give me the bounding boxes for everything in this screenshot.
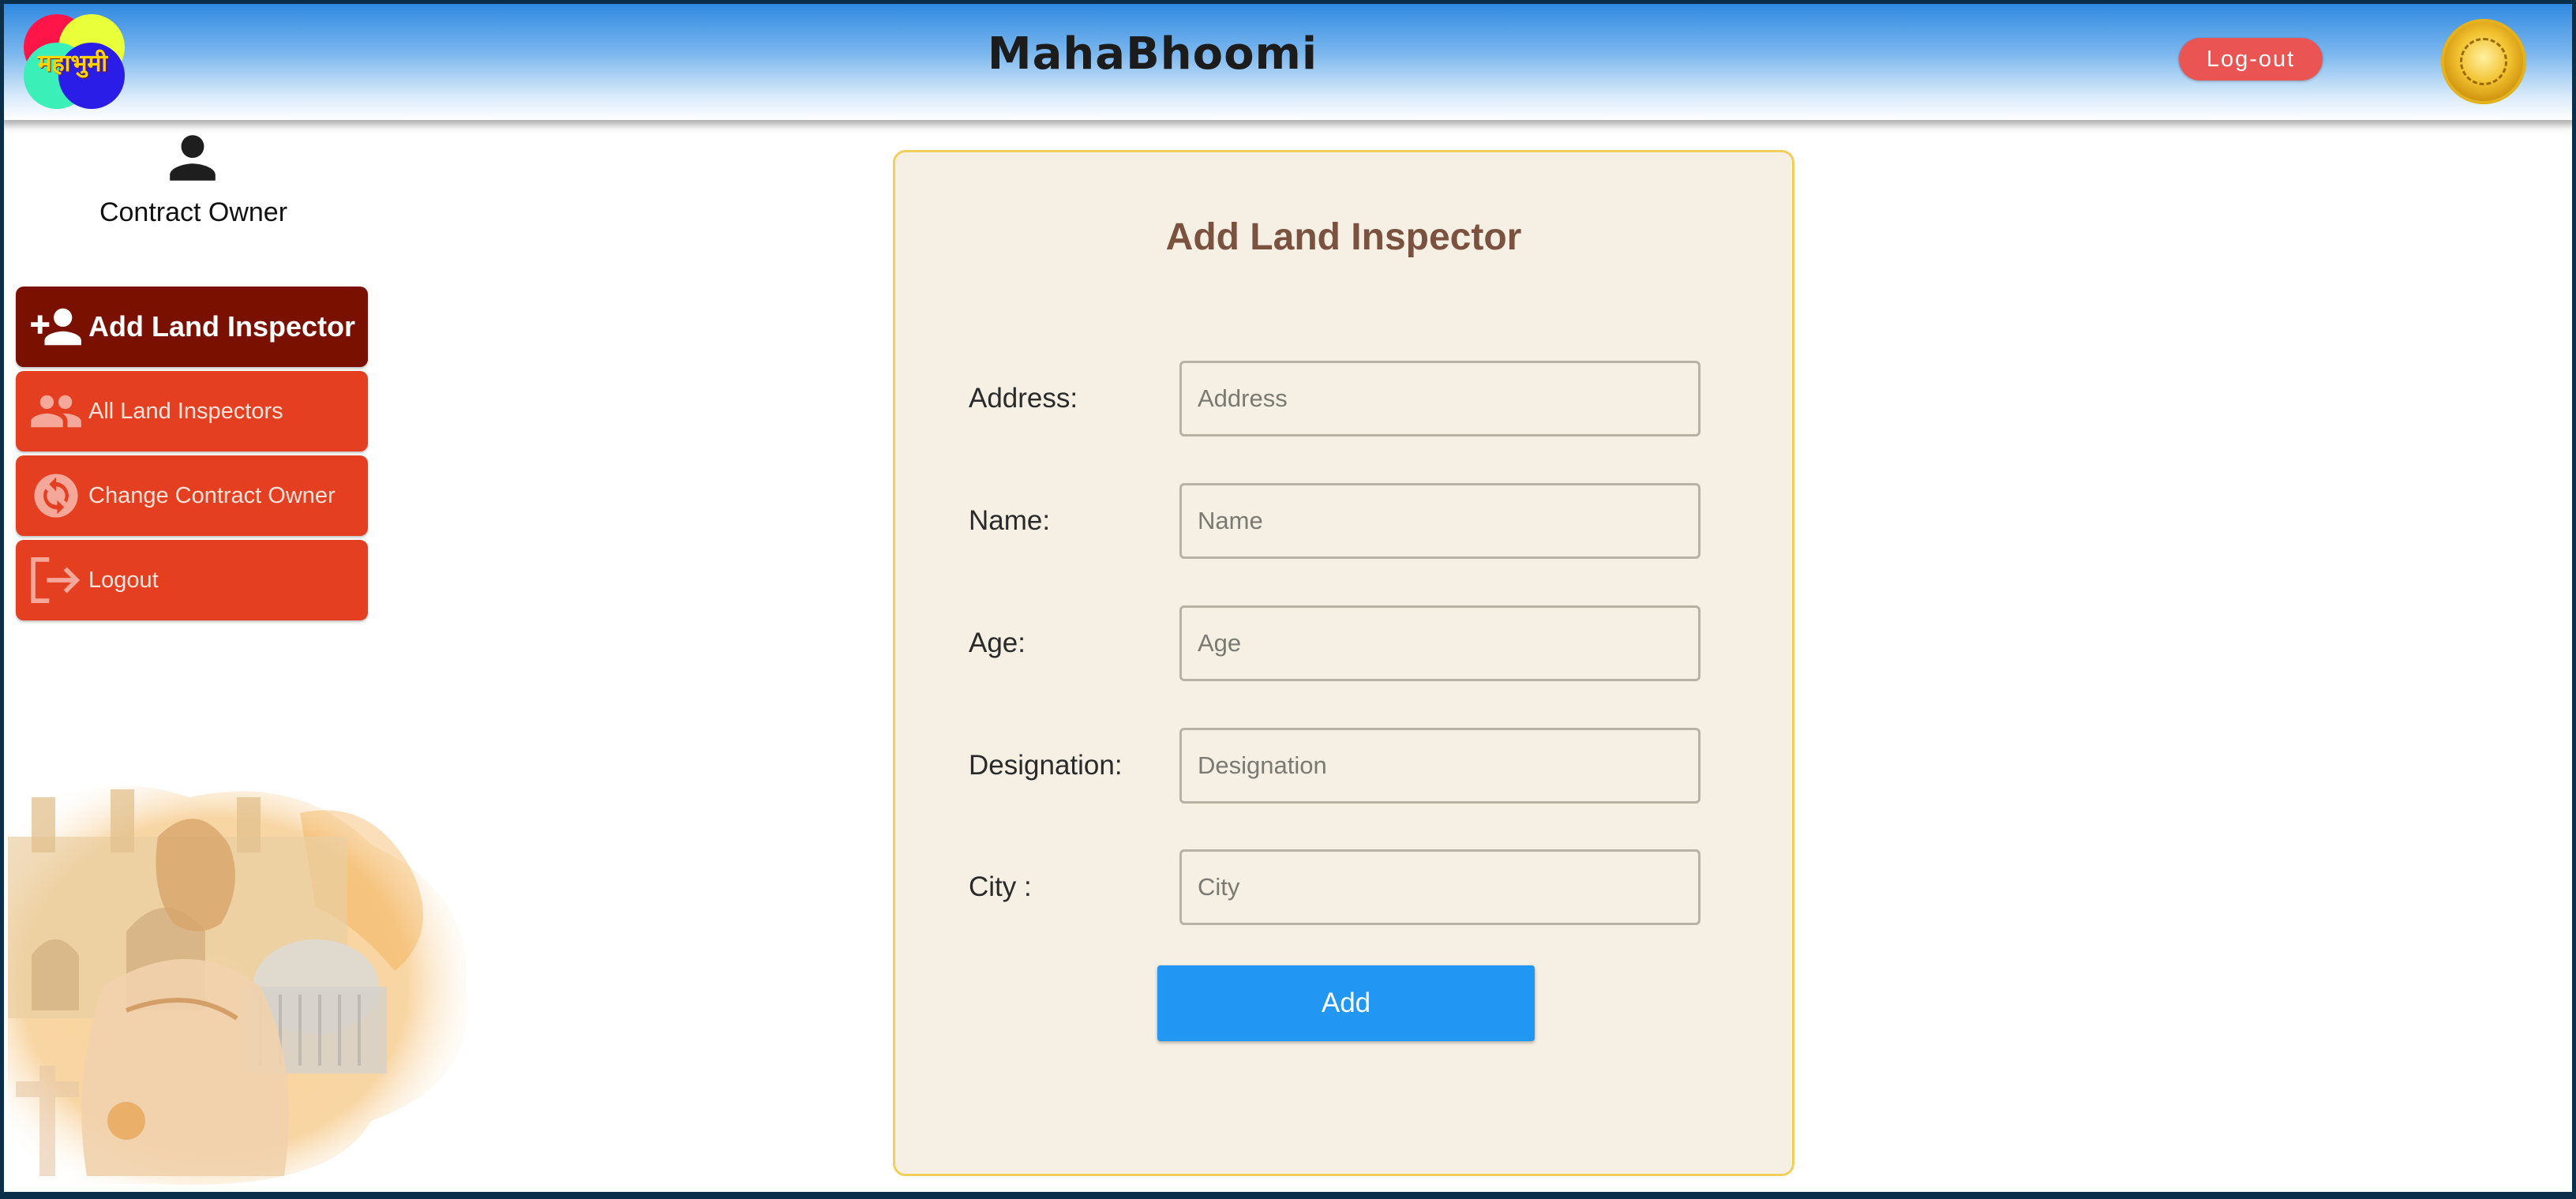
- designation-row: Designation:: [969, 728, 1719, 804]
- seal-inner-ring: [2460, 38, 2507, 85]
- name-row: Name:: [969, 483, 1719, 559]
- person-icon: [170, 135, 216, 181]
- person-add-icon: [31, 308, 81, 346]
- sidebar-item-add-land-inspector[interactable]: Add Land Inspector: [16, 287, 368, 367]
- people-icon: [31, 395, 81, 428]
- age-row: Age:: [969, 605, 1719, 681]
- name-input[interactable]: [1179, 483, 1700, 559]
- top-header: महाभुमी MahaBhoomi Log-out: [0, 0, 2576, 120]
- form-title: Add Land Inspector: [1165, 216, 1522, 258]
- city-label: City :: [969, 871, 1032, 902]
- age-input[interactable]: [1179, 605, 1700, 681]
- designation-input[interactable]: [1179, 728, 1700, 804]
- age-label: Age:: [969, 628, 1026, 658]
- add-land-inspector-form: Add Land Inspector Address: Name: Age: D…: [893, 150, 1794, 1176]
- header-logout-button[interactable]: Log-out: [2179, 38, 2323, 81]
- sidebar-menu: Add Land Inspector All Land Inspectors C…: [16, 287, 368, 624]
- sidebar-item-label: Logout: [88, 568, 159, 593]
- logout-icon: [31, 557, 81, 603]
- government-seal-icon: [2441, 19, 2526, 104]
- address-row: Address:: [969, 361, 1719, 437]
- sidebar-item-label: Add Land Inspector: [88, 310, 356, 343]
- city-row: City :: [969, 849, 1719, 925]
- city-input[interactable]: [1179, 849, 1700, 925]
- logo-text: महाभुमी: [37, 50, 108, 77]
- brand-title: MahaBhoomi: [987, 28, 1318, 80]
- sidebar-item-change-contract-owner[interactable]: Change Contract Owner: [16, 455, 368, 536]
- profile-name: Contract Owner: [99, 197, 288, 227]
- add-button[interactable]: Add: [1157, 965, 1535, 1041]
- sidebar-item-label: Change Contract Owner: [88, 483, 336, 508]
- sync-icon: [34, 474, 78, 518]
- name-label: Name:: [969, 505, 1051, 536]
- heritage-illustration: [8, 785, 468, 1185]
- address-label: Address:: [969, 383, 1078, 414]
- designation-label: Designation:: [969, 750, 1123, 781]
- sidebar-item-logout[interactable]: Logout: [16, 540, 368, 620]
- address-input[interactable]: [1179, 361, 1700, 437]
- sidebar-item-all-land-inspectors[interactable]: All Land Inspectors: [16, 371, 368, 451]
- sidebar-item-label: All Land Inspectors: [88, 399, 283, 424]
- mahabhumi-logo[interactable]: महाभुमी: [19, 9, 126, 109]
